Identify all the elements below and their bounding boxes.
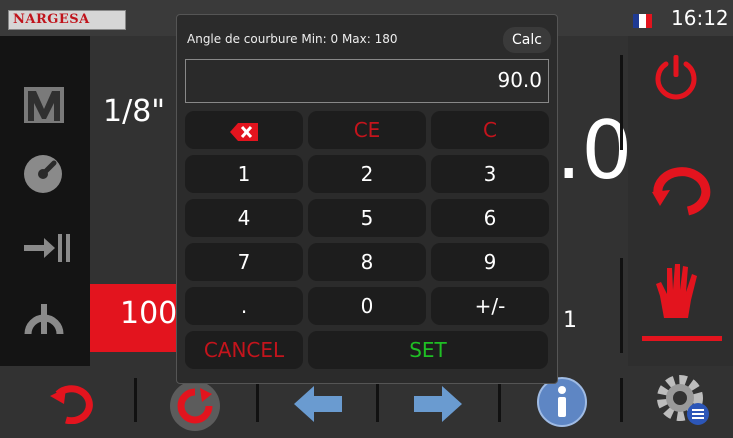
ce-button[interactable]: CE xyxy=(308,111,426,149)
value-input-text: 90.0 xyxy=(497,68,542,92)
red-value: 100 xyxy=(120,296,178,331)
toolbar-divider xyxy=(134,378,137,422)
toolbar-divider xyxy=(498,378,501,422)
bend-icon[interactable] xyxy=(164,378,226,432)
brand-logo: NARGESA xyxy=(8,10,126,30)
toolbar-divider xyxy=(256,378,259,422)
dialog-title: Angle de courbure Min: 0 Max: 180 xyxy=(187,32,398,46)
key-4[interactable]: 4 xyxy=(185,199,303,237)
value-input[interactable]: 90.0 xyxy=(185,59,549,103)
right-divider xyxy=(620,55,623,150)
arc-icon[interactable] xyxy=(22,296,66,336)
cancel-button[interactable]: CANCEL xyxy=(185,331,303,369)
c-button[interactable]: C xyxy=(431,111,549,149)
key-2[interactable]: 2 xyxy=(308,155,426,193)
cycle-icon[interactable] xyxy=(648,162,712,216)
key-7[interactable]: 7 xyxy=(185,243,303,281)
key-9[interactable]: 9 xyxy=(431,243,549,281)
power-icon[interactable] xyxy=(653,52,699,102)
arrow-right-icon[interactable] xyxy=(412,384,464,424)
language-flag-icon[interactable] xyxy=(633,14,652,28)
hand-icon[interactable] xyxy=(654,262,704,320)
hand-active-indicator xyxy=(642,336,722,341)
key-0[interactable]: 0 xyxy=(308,287,426,325)
thickness-label: 1/8" xyxy=(103,94,166,129)
key-3[interactable]: 3 xyxy=(431,155,549,193)
numeric-keypad-dialog: Angle de courbure Min: 0 Max: 180 Calc 9… xyxy=(176,14,558,384)
set-button[interactable]: SET xyxy=(308,331,548,369)
settings-icon[interactable] xyxy=(652,370,714,430)
key-sign[interactable]: +/- xyxy=(431,287,549,325)
key-8[interactable]: 8 xyxy=(308,243,426,281)
clock: 16:12 xyxy=(671,6,729,30)
key-5[interactable]: 5 xyxy=(308,199,426,237)
red-value-box[interactable]: 100 xyxy=(90,284,185,352)
toolbar-divider xyxy=(620,378,623,422)
key-1[interactable]: 1 xyxy=(185,155,303,193)
calc-button[interactable]: Calc xyxy=(503,27,551,53)
rotate-icon[interactable] xyxy=(48,380,102,424)
backspace-icon xyxy=(230,122,258,141)
arrow-left-icon[interactable] xyxy=(292,384,344,424)
right-divider-2 xyxy=(620,258,623,353)
stop-position-icon[interactable] xyxy=(22,232,72,264)
toolbar-divider xyxy=(376,378,379,422)
manual-mode-icon[interactable] xyxy=(22,83,66,127)
key-6[interactable]: 6 xyxy=(431,199,549,237)
backspace-button[interactable] xyxy=(185,111,303,149)
gauge-icon[interactable] xyxy=(22,153,64,195)
brand-logo-text: NARGESA xyxy=(13,12,90,27)
small-value: 1 xyxy=(563,308,577,333)
key-decimal[interactable]: . xyxy=(185,287,303,325)
